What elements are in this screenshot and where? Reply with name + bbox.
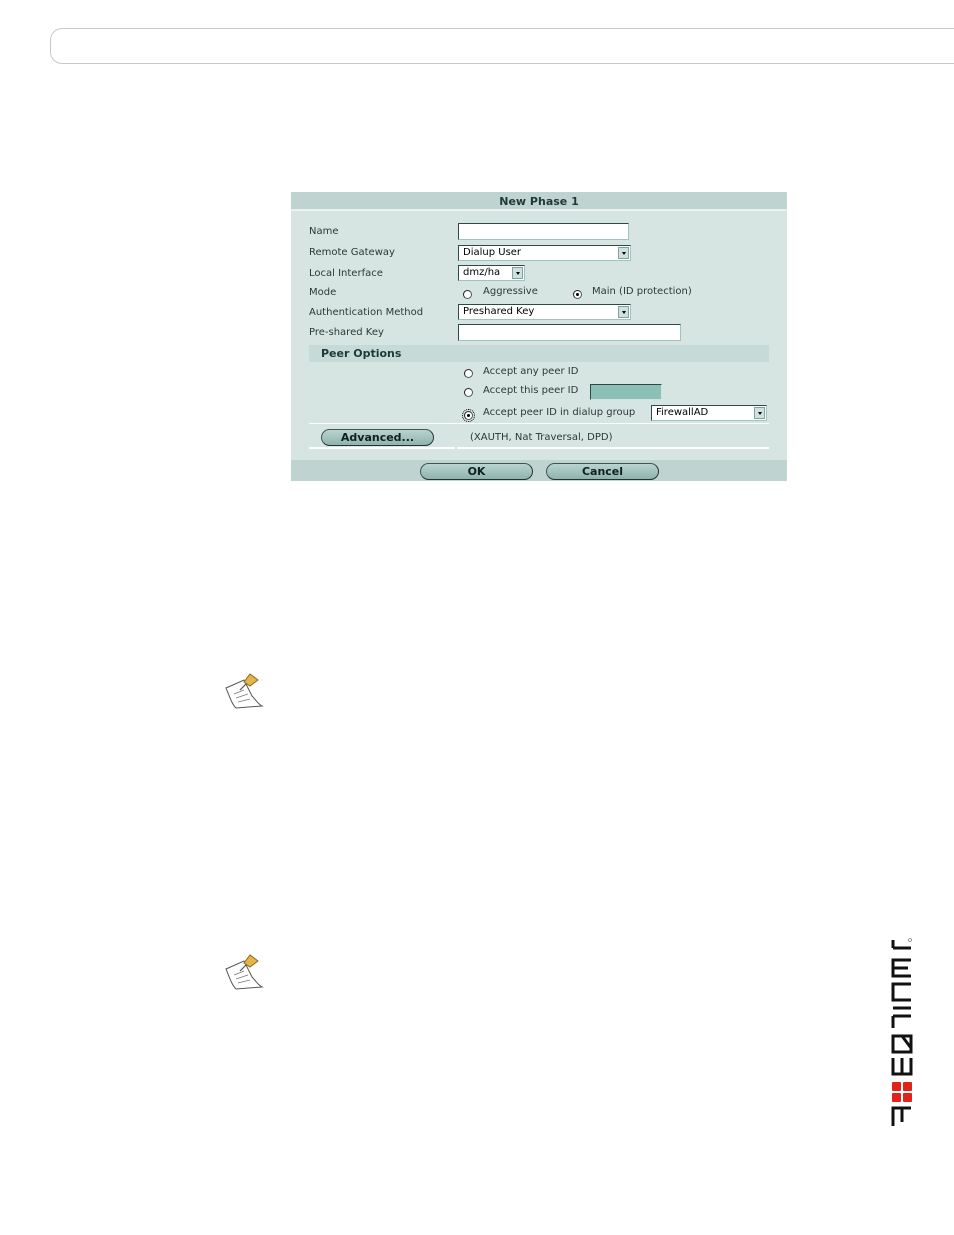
dialog-footer [291, 460, 787, 481]
dialup-group-select[interactable]: FirewallAD [651, 405, 767, 421]
ok-button[interactable]: OK [420, 463, 533, 480]
mode-aggressive-label: Aggressive [483, 286, 538, 297]
chevron-down-icon[interactable] [618, 306, 629, 318]
advanced-description: (XAUTH, Nat Traversal, DPD) [470, 432, 613, 443]
accept-any-peer-label: Accept any peer ID [483, 366, 579, 377]
chevron-down-icon[interactable] [754, 407, 765, 419]
dialup-group-value: FirewallAD [656, 407, 709, 418]
cancel-button[interactable]: Cancel [546, 463, 659, 480]
local-interface-select[interactable]: dmz/ha [458, 265, 525, 281]
accept-this-peer-radio[interactable] [464, 388, 473, 397]
local-interface-value: dmz/ha [463, 267, 501, 278]
auth-method-select[interactable]: Preshared Key [458, 304, 631, 320]
remote-gateway-label: Remote Gateway [309, 247, 395, 258]
chevron-down-icon[interactable] [618, 247, 629, 259]
divider [457, 447, 769, 449]
preshared-key-label: Pre-shared Key [309, 327, 384, 338]
auth-method-label: Authentication Method [309, 307, 424, 318]
mode-main-radio[interactable] [573, 290, 582, 299]
accept-any-peer-radio[interactable] [464, 369, 473, 378]
mode-aggressive-radio[interactable] [463, 290, 472, 299]
name-input[interactable] [458, 223, 629, 240]
accept-dialup-group-label: Accept peer ID in dialup group [483, 407, 636, 418]
auth-method-value: Preshared Key [463, 306, 535, 317]
remote-gateway-value: Dialup User [463, 247, 522, 258]
dialog-title: New Phase 1 [291, 192, 787, 211]
chevron-down-icon[interactable] [512, 267, 523, 279]
peer-id-input[interactable] [590, 384, 662, 400]
advanced-button[interactable]: Advanced... [321, 429, 434, 446]
divider [309, 423, 769, 424]
peer-options-heading: Peer Options [309, 345, 769, 362]
accept-this-peer-label: Accept this peer ID [483, 385, 579, 396]
name-label: Name [309, 226, 339, 237]
note-pushpin-icon [225, 954, 264, 990]
preshared-key-input[interactable] [458, 324, 681, 341]
remote-gateway-select[interactable]: Dialup User [458, 245, 631, 261]
fortinet-logo [891, 938, 913, 1126]
page-header-bar [50, 28, 954, 64]
divider [309, 447, 455, 449]
accept-dialup-group-radio[interactable] [462, 409, 475, 422]
local-interface-label: Local Interface [309, 268, 383, 279]
mode-main-label: Main (ID protection) [592, 286, 692, 297]
note-pushpin-icon [225, 673, 264, 709]
mode-label: Mode [309, 287, 337, 298]
